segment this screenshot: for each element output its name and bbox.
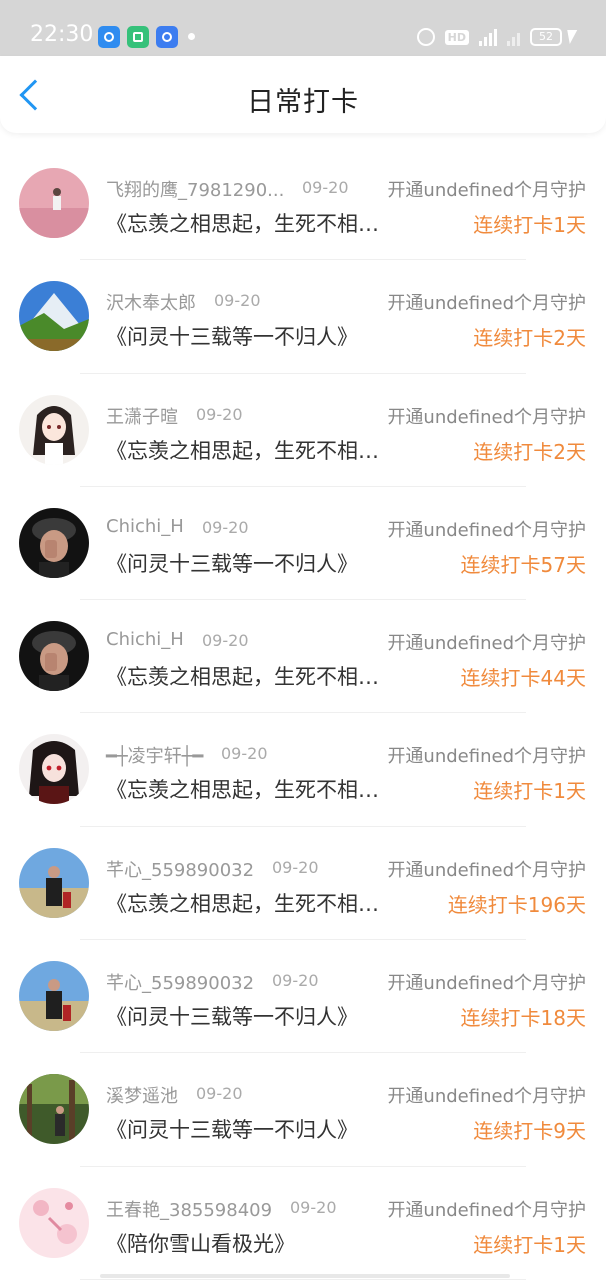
header: 日常打卡 [0,56,606,133]
checkin-content: 《问灵十三载等一不归人》 [106,325,358,350]
avatar[interactable] [19,168,89,238]
checkin-item[interactable]: Chichi_H 09-20 开通undefined个月守护《问灵十三载等一不归人》… [0,487,606,601]
avatar[interactable] [19,621,89,692]
guard-status: 开通undefined个月守护 [387,293,586,315]
status-bar: 22:30 HD 52 [0,0,606,56]
checkin-list: 飞翔的鹰_7981290... 09-20 开通undefined个月守护 《忘羡之相… [0,147,606,1280]
status-time: 22:30 [30,22,94,47]
scroll-indicator [100,1274,510,1278]
infinity-icon [156,26,178,48]
page-title: 日常打卡 [247,87,359,118]
streak-count: 连续打卡2天 [473,439,586,464]
checkin-date: 09-20 [272,971,319,991]
user-name[interactable]: 飞翔的鹰_7981290... [106,176,284,202]
checkin-content: 《忘羡之相思起，生死不相负》 [106,665,381,690]
checkin-date: 09-20 [221,744,268,764]
guard-status: 开通undefined个月守护 [387,859,586,881]
checkin-content: 《忘羡之相思起，生死不相负》 [106,212,381,236]
checkin-item[interactable]: ━┼凌宇轩┼━ 09-20 开通undefined个月守护 《忘羡之相思起，生死不相负… [0,713,606,828]
checkin-date: 09-20 [272,857,319,877]
signal-icon [479,28,497,46]
streak-count: 连续打卡1天 [473,1232,586,1257]
guard-status: 开通undefined个月守护 [387,973,586,995]
streak-count: 连续打卡57天 [460,552,586,577]
checkin-date: 09-20 [214,291,261,311]
avatar[interactable] [19,1074,89,1145]
guard-status: 开通undefined个月守护 [387,1086,586,1108]
guard-status: 开通undefined个月守护 [387,746,586,768]
checkin-date: 09-20 [290,1197,337,1217]
checkin-item[interactable]: 飞翔的鹰_7981290... 09-20 开通undefined个月守护 《忘羡之相… [0,147,606,261]
user-name[interactable]: 芊心_559890032 [106,969,254,995]
avatar[interactable] [19,394,89,465]
checkin-date: 09-20 [202,517,249,537]
checkin-content: 《忘羡之相思起，生死不相负》 [106,778,381,803]
guard-status: 开通undefined个月守护 [387,180,586,201]
checkin-item[interactable]: 王潇子暄 09-20 开通undefined个月守护 《忘羡之相思起，生死不相负》 连续… [0,374,606,488]
streak-count: 连续打卡9天 [473,1119,586,1144]
checkin-date: 09-20 [196,404,243,424]
checkin-date: 09-20 [202,631,249,651]
streak-count: 连续打卡196天 [447,892,586,917]
app-notification-icon [127,26,149,48]
checkin-item[interactable]: Chichi_H 09-20 开通undefined个月守护 《忘羡之相思起，生死不相… [0,600,606,714]
hd-icon: HD [444,29,469,45]
streak-count: 连续打卡2天 [473,326,586,351]
user-name[interactable]: 王潇子暄 [106,403,178,429]
checkin-item[interactable]: 沢木奉太郎 09-20 开通undefined个月守护《问灵十三载等一不归人》 连续打… [0,260,606,374]
app-notification-icon [98,26,120,48]
more-notifications-icon [188,33,195,40]
signal-icon-2 [507,28,520,46]
user-name[interactable]: 溪梦遥池 [106,1082,178,1108]
guard-status: 开通undefined个月守护 [387,519,586,541]
battery-level: 52 [530,28,562,46]
checkin-item[interactable]: 芊心_559890032 09-20 开通undefined个月守护 《忘羡之相思起，… [0,827,606,941]
checkin-content: 《陪你雪山看极光》 [106,1231,295,1256]
checkin-content: 《忘羡之相思起，生死不相负》 [106,891,381,916]
user-name[interactable]: ━┼凌宇轩┼━ [106,742,203,768]
user-name[interactable]: 王春艳_385598409 [106,1196,272,1222]
checkin-item[interactable]: 芊心_559890032 09-20 开通undefined个月守护《问灵十三载等一… [0,940,606,1054]
checkin-content: 《忘羡之相思起，生死不相负》 [106,438,381,463]
status-icons: HD 52 [416,24,578,50]
user-name[interactable]: 芊心_559890032 [106,856,254,882]
streak-count: 连续打卡1天 [473,213,586,237]
guard-status: 开通undefined个月守护 [387,406,586,428]
user-name[interactable]: 沢木奉太郎 [106,289,196,315]
avatar[interactable] [19,734,89,805]
checkin-content: 《问灵十三载等一不归人》 [106,551,358,576]
user-name[interactable]: Chichi_H [106,516,184,537]
avatar[interactable] [19,281,89,352]
guard-status: 开通undefined个月守护 [387,1199,586,1221]
checkin-date: 09-20 [302,178,349,197]
checkin-content: 《问灵十三载等一不归人》 [106,1118,358,1143]
avatar[interactable] [19,847,89,918]
avatar[interactable] [19,507,89,578]
checkin-item[interactable]: 溪梦遥池 09-20 开通undefined个月守护《问灵十三载等一不归人》 连续打卡… [0,1053,606,1167]
checkin-content: 《问灵十三载等一不归人》 [106,1005,358,1030]
avatar[interactable] [19,961,89,1032]
checkin-date: 09-20 [196,1084,243,1104]
streak-count: 连续打卡18天 [460,1006,586,1031]
charging-icon [564,30,578,44]
user-name[interactable]: Chichi_H [106,629,184,650]
guard-status: 开通undefined个月守护 [387,633,586,655]
alarm-icon [416,28,435,46]
battery-icon: 52 [530,28,578,46]
streak-count: 连续打卡44天 [460,666,586,691]
checkin-item[interactable]: 王春艳_385598409 09-20 开通undefined个月守护《陪你雪山看极… [0,1167,606,1280]
streak-count: 连续打卡1天 [473,779,586,804]
avatar[interactable] [19,1187,89,1258]
